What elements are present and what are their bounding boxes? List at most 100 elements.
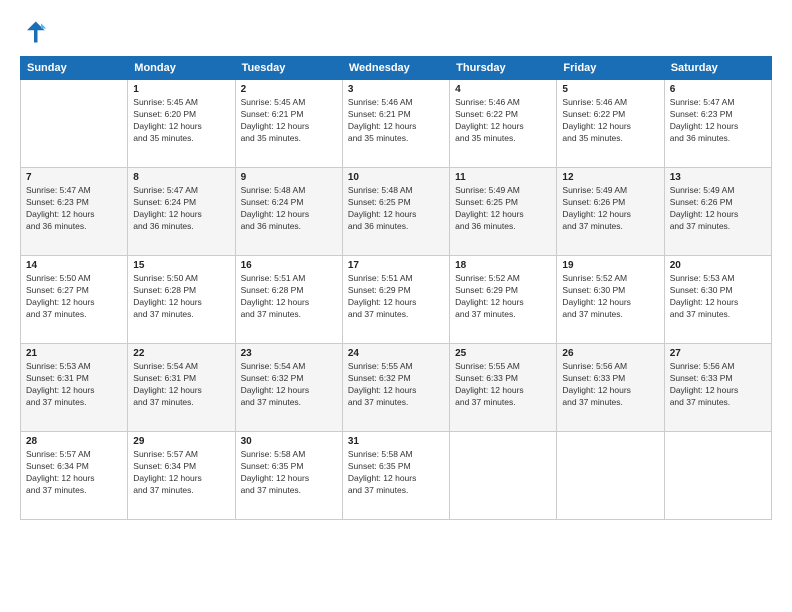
col-friday: Friday [557, 57, 664, 80]
day-info: Sunrise: 5:46 AM Sunset: 6:21 PM Dayligh… [348, 97, 444, 145]
col-monday: Monday [128, 57, 235, 80]
calendar-week-row: 28 Sunrise: 5:57 AM Sunset: 6:34 PM Dayli… [21, 432, 772, 520]
calendar-cell: 5Sunrise: 5:46 AM Sunset: 6:22 PM Daylig… [557, 80, 664, 168]
calendar-cell: 29 Sunrise: 5:57 AM Sunset: 6:34 PM Dayli… [128, 432, 235, 520]
col-saturday: Saturday [664, 57, 771, 80]
day-info: Sunrise: 5:48 AM Sunset: 6:24 PM Dayligh… [241, 185, 337, 233]
day-info: Sunrise: 5:58 AM Sunset: 6:35 PM Dayligh… [241, 449, 337, 497]
day-number: 16 [241, 260, 337, 271]
calendar-cell: 31 Sunrise: 5:58 AM Sunset: 6:35 PM Dayli… [342, 432, 449, 520]
day-info: Sunrise: 5:51 AM Sunset: 6:29 PM Dayligh… [348, 273, 444, 321]
day-info: Sunrise: 5:56 AM Sunset: 6:33 PM Dayligh… [670, 361, 766, 409]
calendar-cell: 1Sunrise: 5:45 AM Sunset: 6:20 PM Daylig… [128, 80, 235, 168]
calendar-cell: 4 Sunrise: 5:46 AM Sunset: 6:22 PM Daylig… [450, 80, 557, 168]
day-info: Sunrise: 5:46 AM Sunset: 6:22 PM Dayligh… [562, 97, 658, 145]
day-number: 8 [133, 172, 229, 183]
day-info: Sunrise: 5:54 AM Sunset: 6:31 PM Dayligh… [133, 361, 229, 409]
calendar-cell: 6Sunrise: 5:47 AM Sunset: 6:23 PM Daylig… [664, 80, 771, 168]
calendar-cell: 25Sunrise: 5:55 AM Sunset: 6:33 PM Dayli… [450, 344, 557, 432]
day-number: 21 [26, 348, 122, 359]
calendar-week-row: 21 Sunrise: 5:53 AM Sunset: 6:31 PM Dayli… [21, 344, 772, 432]
calendar-body: 1Sunrise: 5:45 AM Sunset: 6:20 PM Daylig… [21, 80, 772, 520]
day-info: Sunrise: 5:52 AM Sunset: 6:29 PM Dayligh… [455, 273, 551, 321]
calendar-cell: 15Sunrise: 5:50 AM Sunset: 6:28 PM Dayli… [128, 256, 235, 344]
day-info: Sunrise: 5:49 AM Sunset: 6:25 PM Dayligh… [455, 185, 551, 233]
day-info: Sunrise: 5:48 AM Sunset: 6:25 PM Dayligh… [348, 185, 444, 233]
day-info: Sunrise: 5:49 AM Sunset: 6:26 PM Dayligh… [562, 185, 658, 233]
day-info: Sunrise: 5:45 AM Sunset: 6:21 PM Dayligh… [241, 97, 337, 145]
day-number: 10 [348, 172, 444, 183]
day-info: Sunrise: 5:50 AM Sunset: 6:28 PM Dayligh… [133, 273, 229, 321]
day-number: 31 [348, 436, 444, 447]
day-number: 18 [455, 260, 551, 271]
day-number: 6 [670, 84, 766, 95]
col-thursday: Thursday [450, 57, 557, 80]
day-info: Sunrise: 5:58 AM Sunset: 6:35 PM Dayligh… [348, 449, 444, 497]
day-number: 11 [455, 172, 551, 183]
calendar-week-row: 14 Sunrise: 5:50 AM Sunset: 6:27 PM Dayli… [21, 256, 772, 344]
day-info: Sunrise: 5:50 AM Sunset: 6:27 PM Dayligh… [26, 273, 122, 321]
day-number: 24 [348, 348, 444, 359]
day-number: 29 [133, 436, 229, 447]
calendar-cell: 9 Sunrise: 5:48 AM Sunset: 6:24 PM Daylig… [235, 168, 342, 256]
day-number: 14 [26, 260, 122, 271]
calendar-cell: 10 Sunrise: 5:48 AM Sunset: 6:25 PM Dayli… [342, 168, 449, 256]
calendar-cell: 2Sunrise: 5:45 AM Sunset: 6:21 PM Daylig… [235, 80, 342, 168]
calendar-cell: 22 Sunrise: 5:54 AM Sunset: 6:31 PM Dayli… [128, 344, 235, 432]
day-info: Sunrise: 5:55 AM Sunset: 6:32 PM Dayligh… [348, 361, 444, 409]
day-info: Sunrise: 5:57 AM Sunset: 6:34 PM Dayligh… [133, 449, 229, 497]
calendar-cell: 21 Sunrise: 5:53 AM Sunset: 6:31 PM Dayli… [21, 344, 128, 432]
calendar-cell: 8 Sunrise: 5:47 AM Sunset: 6:24 PM Daylig… [128, 168, 235, 256]
calendar-cell: 20Sunrise: 5:53 AM Sunset: 6:30 PM Dayli… [664, 256, 771, 344]
day-number: 3 [348, 84, 444, 95]
calendar-cell: 28 Sunrise: 5:57 AM Sunset: 6:34 PM Dayli… [21, 432, 128, 520]
day-number: 22 [133, 348, 229, 359]
col-wednesday: Wednesday [342, 57, 449, 80]
calendar-cell [21, 80, 128, 168]
calendar-cell [557, 432, 664, 520]
day-number: 7 [26, 172, 122, 183]
day-info: Sunrise: 5:49 AM Sunset: 6:26 PM Dayligh… [670, 185, 766, 233]
day-number: 30 [241, 436, 337, 447]
calendar-cell: 16Sunrise: 5:51 AM Sunset: 6:28 PM Dayli… [235, 256, 342, 344]
calendar-cell: 26Sunrise: 5:56 AM Sunset: 6:33 PM Dayli… [557, 344, 664, 432]
day-number: 28 [26, 436, 122, 447]
calendar-cell [450, 432, 557, 520]
day-number: 9 [241, 172, 337, 183]
calendar-cell: 19 Sunrise: 5:52 AM Sunset: 6:30 PM Dayli… [557, 256, 664, 344]
day-number: 4 [455, 84, 551, 95]
calendar-header-row: Sunday Monday Tuesday Wednesday Thursday… [21, 57, 772, 80]
calendar-cell: 13 Sunrise: 5:49 AM Sunset: 6:26 PM Dayli… [664, 168, 771, 256]
day-info: Sunrise: 5:52 AM Sunset: 6:30 PM Dayligh… [562, 273, 658, 321]
day-info: Sunrise: 5:47 AM Sunset: 6:23 PM Dayligh… [26, 185, 122, 233]
day-number: 13 [670, 172, 766, 183]
calendar-cell: 12 Sunrise: 5:49 AM Sunset: 6:26 PM Dayli… [557, 168, 664, 256]
logo-icon [20, 18, 48, 46]
calendar-cell: 27 Sunrise: 5:56 AM Sunset: 6:33 PM Dayli… [664, 344, 771, 432]
calendar-week-row: 7 Sunrise: 5:47 AM Sunset: 6:23 PM Daylig… [21, 168, 772, 256]
calendar-table: Sunday Monday Tuesday Wednesday Thursday… [20, 56, 772, 520]
day-info: Sunrise: 5:47 AM Sunset: 6:24 PM Dayligh… [133, 185, 229, 233]
col-tuesday: Tuesday [235, 57, 342, 80]
calendar-cell: 11 Sunrise: 5:49 AM Sunset: 6:25 PM Dayli… [450, 168, 557, 256]
day-number: 26 [562, 348, 658, 359]
day-info: Sunrise: 5:53 AM Sunset: 6:31 PM Dayligh… [26, 361, 122, 409]
logo [20, 18, 52, 46]
day-number: 19 [562, 260, 658, 271]
calendar-week-row: 1Sunrise: 5:45 AM Sunset: 6:20 PM Daylig… [21, 80, 772, 168]
day-number: 12 [562, 172, 658, 183]
day-info: Sunrise: 5:57 AM Sunset: 6:34 PM Dayligh… [26, 449, 122, 497]
day-number: 23 [241, 348, 337, 359]
day-info: Sunrise: 5:53 AM Sunset: 6:30 PM Dayligh… [670, 273, 766, 321]
day-info: Sunrise: 5:46 AM Sunset: 6:22 PM Dayligh… [455, 97, 551, 145]
calendar-cell: 14 Sunrise: 5:50 AM Sunset: 6:27 PM Dayli… [21, 256, 128, 344]
calendar-cell [664, 432, 771, 520]
calendar-cell: 18 Sunrise: 5:52 AM Sunset: 6:29 PM Dayli… [450, 256, 557, 344]
page: Sunday Monday Tuesday Wednesday Thursday… [0, 0, 792, 612]
calendar-cell: 7 Sunrise: 5:47 AM Sunset: 6:23 PM Daylig… [21, 168, 128, 256]
day-info: Sunrise: 5:55 AM Sunset: 6:33 PM Dayligh… [455, 361, 551, 409]
calendar-cell: 24 Sunrise: 5:55 AM Sunset: 6:32 PM Dayli… [342, 344, 449, 432]
calendar-cell: 30 Sunrise: 5:58 AM Sunset: 6:35 PM Dayli… [235, 432, 342, 520]
day-number: 27 [670, 348, 766, 359]
header [20, 18, 772, 46]
